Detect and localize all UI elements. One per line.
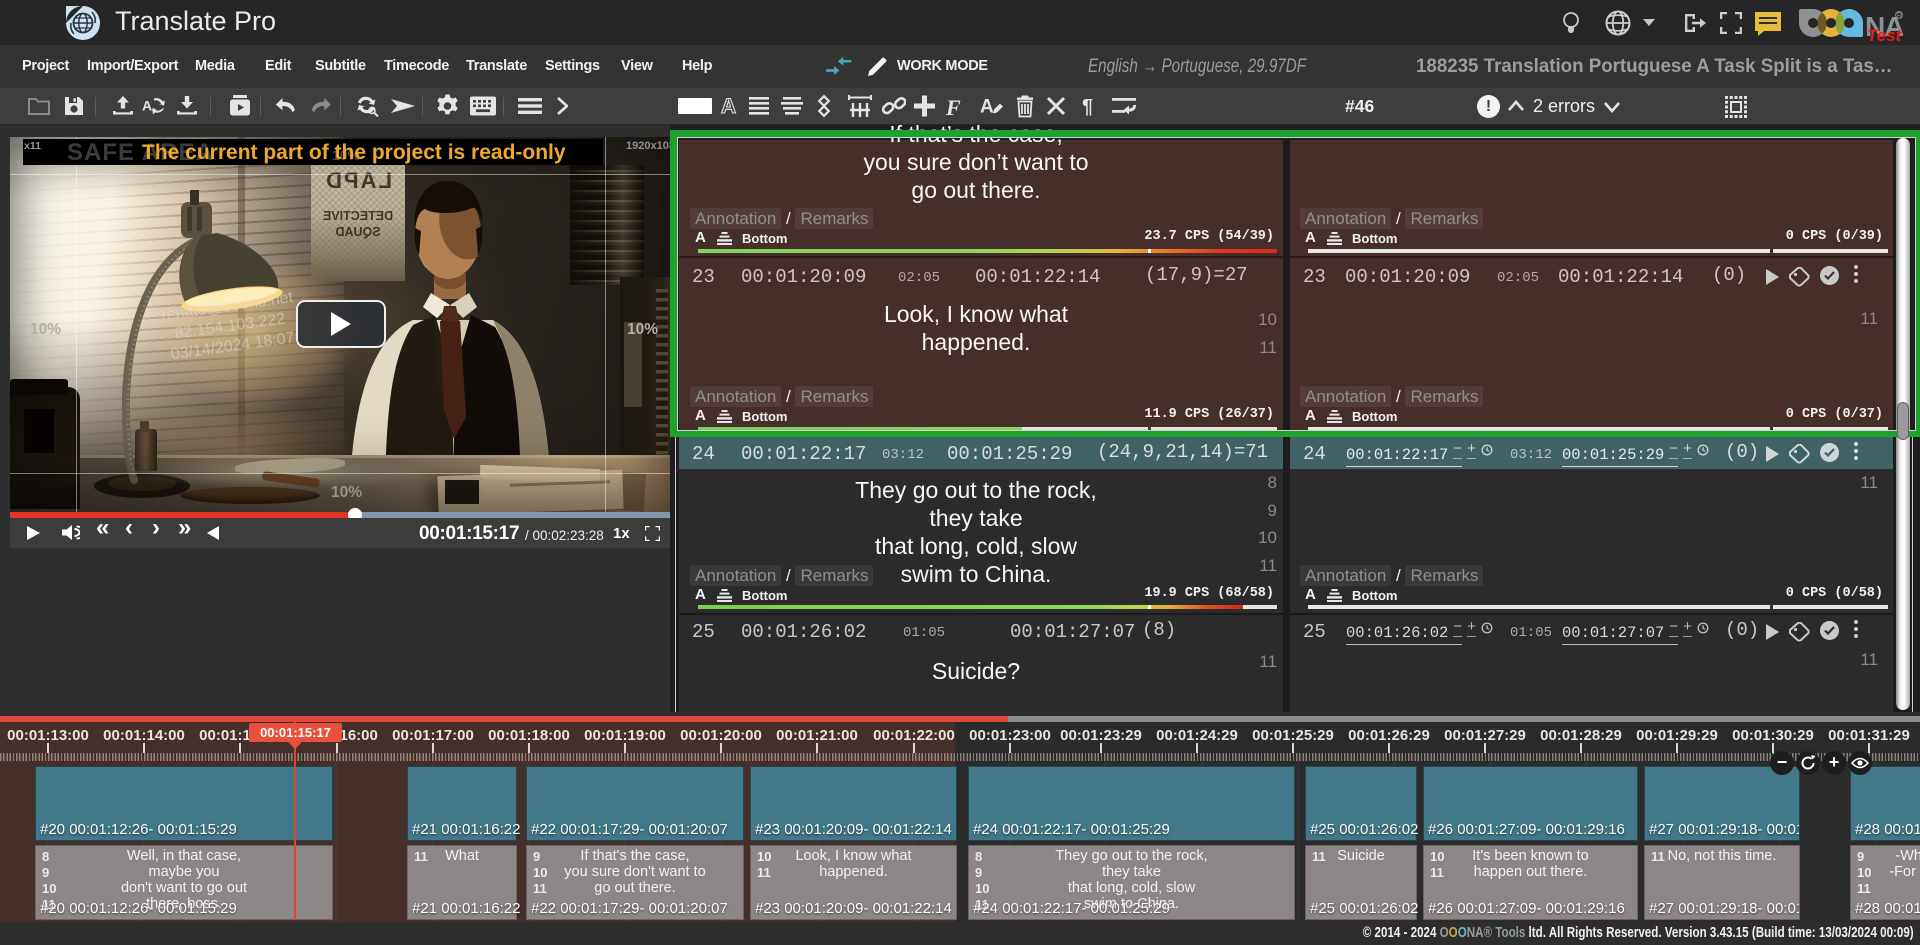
svg-text:R: R [1897, 13, 1902, 20]
svg-text:A: A [721, 95, 736, 118]
svg-text:A: A [980, 97, 994, 118]
svg-text:A: A [142, 98, 152, 114]
